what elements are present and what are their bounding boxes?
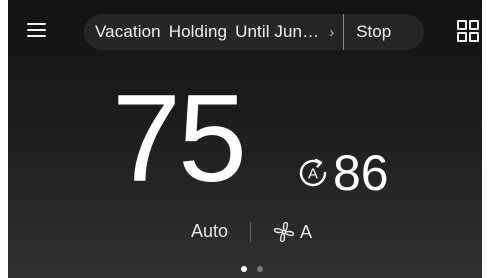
hamburger-menu-icon[interactable]: [25, 19, 49, 41]
auto-mode-icon: A: [299, 158, 327, 187]
stop-button[interactable]: Stop: [344, 14, 403, 50]
current-temperature: 75: [112, 70, 247, 208]
grid-apps-icon[interactable]: [457, 20, 479, 42]
until-date-label: Until Jun…: [235, 22, 320, 41]
vacation-banner: Vacation Holding Until Jun… › Stop: [84, 14, 424, 50]
controls-divider: [250, 222, 251, 242]
fan-mode-button[interactable]: A: [272, 219, 312, 245]
vacation-details-button[interactable]: Vacation Holding Until Jun… ›: [84, 14, 343, 50]
vacation-status-label: Vacation: [95, 22, 161, 41]
setpoint-temperature[interactable]: 86: [333, 145, 389, 201]
page-dot-inactive: [257, 266, 263, 272]
hvac-mode-button[interactable]: Auto: [191, 221, 228, 242]
holding-state-label: Holding: [168, 22, 228, 41]
page-dot-active: [241, 266, 247, 272]
fan-mode-label: A: [300, 221, 313, 242]
fan-icon: [273, 221, 295, 243]
thermostat-screen: Vacation Holding Until Jun… › Stop 75 A …: [8, 0, 482, 278]
svg-text:A: A: [308, 166, 318, 183]
chevron-right-icon: ›: [329, 23, 335, 41]
